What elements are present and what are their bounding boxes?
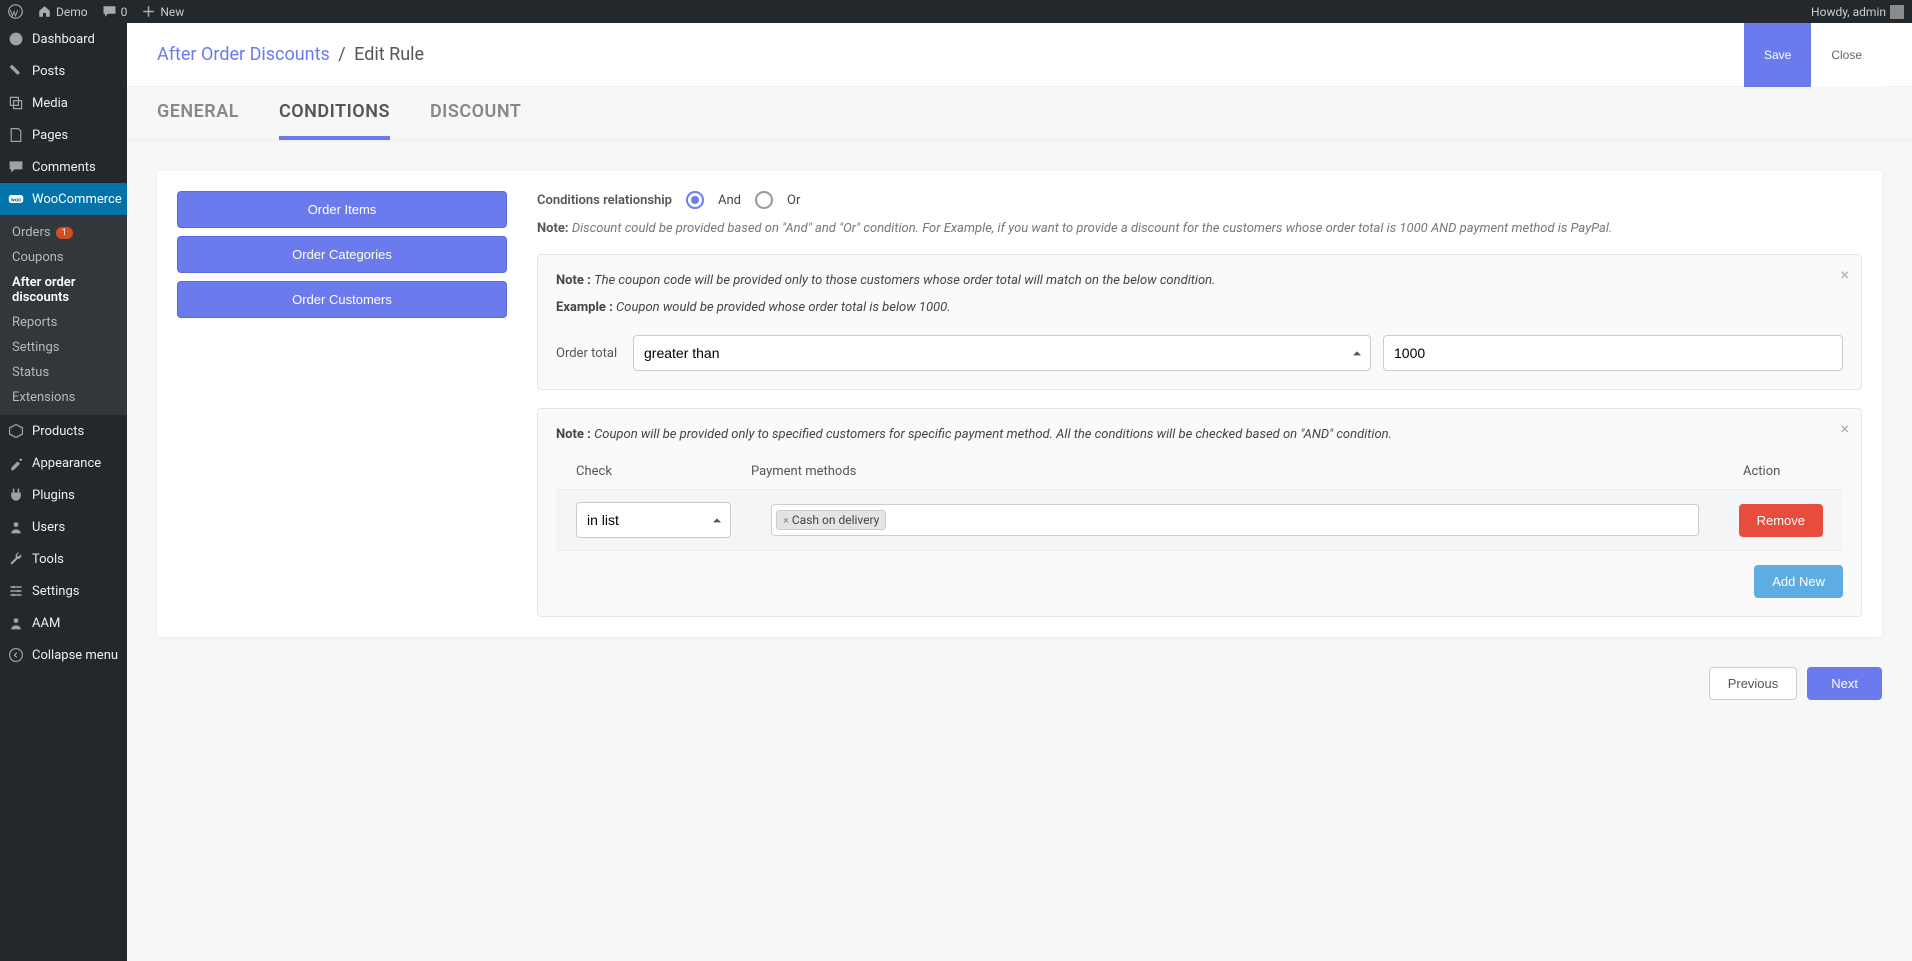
sidebar-item-comments[interactable]: Comments — [0, 151, 127, 183]
radio-and[interactable] — [686, 191, 704, 209]
admin-sidebar: Dashboard Posts Media Pages Comments woo… — [0, 23, 127, 961]
tag-remove-icon[interactable]: × — [783, 514, 789, 527]
box1-example: Example : Coupon would be provided whose… — [556, 300, 1843, 315]
sidebar-item-users[interactable]: Users — [0, 511, 127, 543]
radio-or[interactable] — [755, 191, 773, 209]
payment-table-head: Check Payment methods Action — [556, 454, 1843, 489]
condition-box-payment: × Note : Coupon will be provided only to… — [537, 408, 1862, 617]
svg-text:woo: woo — [11, 197, 21, 203]
btn-order-categories[interactable]: Order Categories — [177, 236, 507, 273]
condition-box-order-total: × Note : The coupon code will be provide… — [537, 254, 1862, 390]
sub-settings[interactable]: Settings — [0, 335, 127, 360]
order-total-value[interactable] — [1383, 335, 1843, 371]
orders-badge: 1 — [56, 227, 73, 239]
woo-submenu: Orders1 Coupons After order discounts Re… — [0, 215, 127, 415]
sub-status[interactable]: Status — [0, 360, 127, 385]
sub-coupons[interactable]: Coupons — [0, 245, 127, 270]
breadcrumb-parent[interactable]: After Order Discounts — [157, 44, 330, 65]
sidebar-item-media[interactable]: Media — [0, 87, 127, 119]
radio-or-label: Or — [787, 193, 800, 208]
relationship-note: Note: Discount could be provided based o… — [537, 221, 1862, 236]
sidebar-item-dashboard[interactable]: Dashboard — [0, 23, 127, 55]
payment-tag: ×Cash on delivery — [776, 510, 886, 530]
sub-orders[interactable]: Orders1 — [0, 220, 127, 245]
breadcrumb-current: Edit Rule — [354, 44, 424, 65]
sidebar-item-posts[interactable]: Posts — [0, 55, 127, 87]
order-total-operator[interactable]: greater than — [633, 335, 1371, 371]
relationship-label: Conditions relationship — [537, 193, 672, 208]
tab-conditions[interactable]: CONDITIONS — [279, 101, 390, 140]
avatar — [1890, 5, 1904, 19]
sidebar-item-appearance[interactable]: Appearance — [0, 447, 127, 479]
new-content[interactable]: New — [141, 4, 184, 19]
sidebar-item-aam[interactable]: AAM — [0, 607, 127, 639]
sidebar-item-products[interactable]: Products — [0, 415, 127, 447]
content-card: Order Items Order Categories Order Custo… — [157, 171, 1882, 637]
comments-link[interactable]: 0 — [102, 4, 128, 19]
save-button[interactable]: Save — [1744, 23, 1811, 87]
remove-button[interactable]: Remove — [1739, 504, 1823, 537]
close-icon[interactable]: × — [1840, 419, 1849, 438]
breadcrumb: After Order Discounts / Edit Rule — [157, 44, 1744, 65]
main-content: After Order Discounts / Edit Rule Save C… — [127, 23, 1912, 961]
add-new-button[interactable]: Add New — [1754, 565, 1843, 598]
box2-note: Note : Coupon will be provided only to s… — [556, 427, 1843, 442]
payment-methods-input[interactable]: ×Cash on delivery — [771, 504, 1699, 536]
tabs: GENERAL CONDITIONS DISCOUNT — [127, 87, 1912, 141]
collapse-menu[interactable]: Collapse menu — [0, 639, 127, 671]
side-buttons: Order Items Order Categories Order Custo… — [177, 191, 507, 617]
sidebar-item-plugins[interactable]: Plugins — [0, 479, 127, 511]
sub-extensions[interactable]: Extensions — [0, 385, 127, 410]
site-home[interactable]: Demo — [37, 4, 88, 19]
sub-after-order-discounts[interactable]: After order discounts — [0, 270, 127, 310]
payment-check-select[interactable]: in list — [576, 502, 731, 538]
box1-note: Note : The coupon code will be provided … — [556, 273, 1843, 288]
admin-bar: Demo 0 New Howdy, admin — [0, 0, 1912, 23]
sub-reports[interactable]: Reports — [0, 310, 127, 335]
wp-logo[interactable] — [8, 4, 23, 19]
next-button[interactable]: Next — [1807, 667, 1882, 700]
order-total-label: Order total — [556, 346, 621, 361]
howdy-user[interactable]: Howdy, admin — [1811, 5, 1904, 19]
radio-and-label: And — [718, 193, 741, 208]
sidebar-item-woocommerce[interactable]: wooWooCommerce — [0, 183, 127, 215]
tab-discount[interactable]: DISCOUNT — [430, 101, 521, 140]
sidebar-item-tools[interactable]: Tools — [0, 543, 127, 575]
btn-order-customers[interactable]: Order Customers — [177, 281, 507, 318]
sidebar-item-pages[interactable]: Pages — [0, 119, 127, 151]
tab-general[interactable]: GENERAL — [157, 101, 239, 140]
close-button[interactable]: Close — [1811, 23, 1882, 87]
footer-nav: Previous Next — [127, 667, 1912, 730]
close-icon[interactable]: × — [1840, 265, 1849, 284]
conditions-panel: Conditions relationship And Or Note: Dis… — [537, 191, 1862, 617]
sidebar-item-settings[interactable]: Settings — [0, 575, 127, 607]
page-header: After Order Discounts / Edit Rule Save C… — [127, 23, 1912, 87]
btn-order-items[interactable]: Order Items — [177, 191, 507, 228]
payment-row: in list ×Cash on delivery Remove — [556, 489, 1843, 551]
previous-button[interactable]: Previous — [1709, 667, 1798, 700]
